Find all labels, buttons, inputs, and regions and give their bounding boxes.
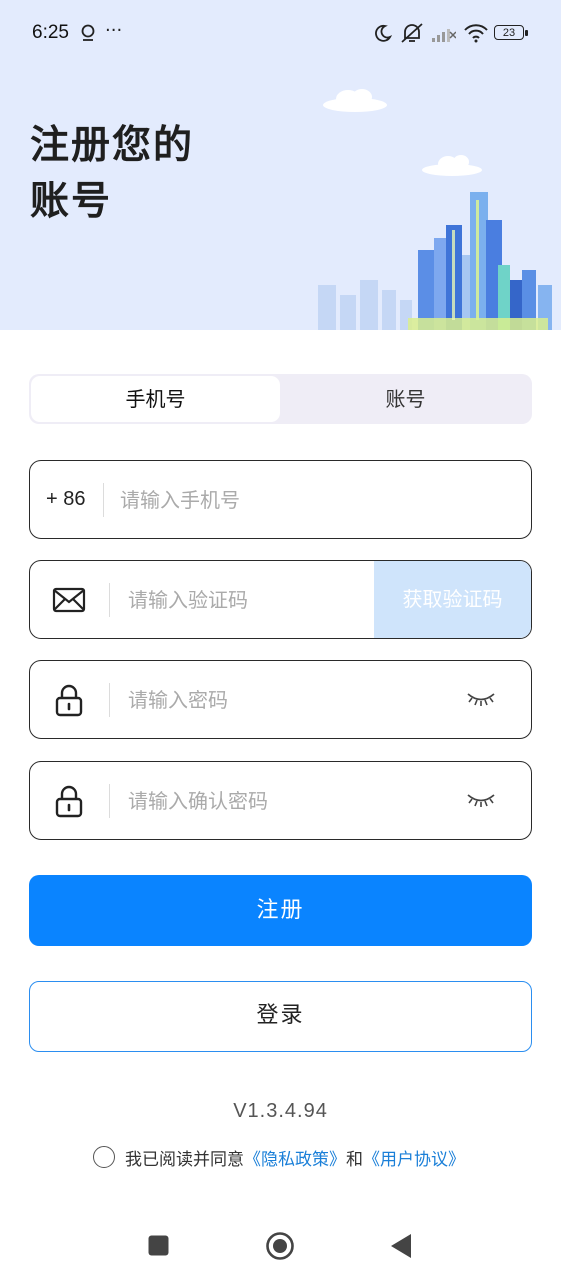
get-code-button[interactable]: 获取验证码	[374, 561, 531, 638]
phone-input[interactable]	[120, 461, 510, 538]
agreement-row: 我已阅读并同意 《隐私政策》 和 《用户协议》	[93, 1144, 465, 1170]
system-nav-bar	[0, 1215, 561, 1280]
mute-bell-icon	[401, 23, 423, 43]
field-divider	[109, 784, 110, 818]
phone-field: + 86	[29, 460, 532, 539]
agree-text: 我已阅读并同意	[125, 1149, 244, 1170]
password-field	[29, 660, 532, 739]
battery-icon: 23	[494, 25, 528, 40]
eye-closed-icon[interactable]	[466, 792, 496, 808]
lock-icon	[55, 684, 83, 717]
field-divider	[109, 583, 110, 617]
country-code[interactable]: + 86	[46, 461, 85, 538]
wifi-icon	[464, 24, 488, 43]
verification-code-input[interactable]	[128, 561, 368, 638]
privacy-policy-link[interactable]: 《隐私政策》	[244, 1145, 346, 1170]
nav-home-icon[interactable]	[265, 1231, 295, 1261]
lock-icon	[55, 785, 83, 818]
login-button[interactable]: 登录	[29, 981, 532, 1052]
tab-phone[interactable]: 手机号	[31, 376, 280, 422]
title-line-2: 账号	[30, 179, 113, 224]
register-type-tabs: 手机号 账号	[29, 374, 532, 424]
status-bar: 6:25 ··· 23	[0, 0, 561, 66]
hero-banner: 6:25 ··· 23 注册您的 账号	[0, 0, 561, 330]
nav-back-icon[interactable]	[390, 1233, 412, 1259]
location-pin-icon	[81, 24, 95, 41]
city-illustration	[318, 89, 552, 330]
eye-closed-icon[interactable]	[466, 691, 496, 707]
status-more: ···	[105, 20, 123, 41]
field-divider	[109, 683, 110, 717]
confirm-password-input[interactable]	[128, 762, 448, 839]
page-title: 注册您的 账号	[30, 118, 194, 230]
confirm-password-field	[29, 761, 532, 840]
status-time: 6:25	[32, 22, 69, 43]
signal-icon	[432, 29, 456, 42]
mail-icon	[52, 587, 86, 613]
verification-code-field: 获取验证码	[29, 560, 532, 639]
app-version: V1.3.4.94	[233, 1100, 328, 1122]
tab-account[interactable]: 账号	[281, 376, 530, 422]
password-input[interactable]	[128, 661, 448, 738]
agree-and-text: 和	[346, 1149, 363, 1170]
agree-checkbox[interactable]	[93, 1146, 115, 1168]
title-line-1: 注册您的	[30, 123, 195, 168]
moon-icon	[375, 24, 392, 42]
nav-recents-icon[interactable]	[148, 1235, 169, 1256]
register-button[interactable]: 注册	[29, 875, 532, 946]
field-divider	[103, 483, 104, 517]
user-agreement-link[interactable]: 《用户协议》	[363, 1145, 465, 1170]
